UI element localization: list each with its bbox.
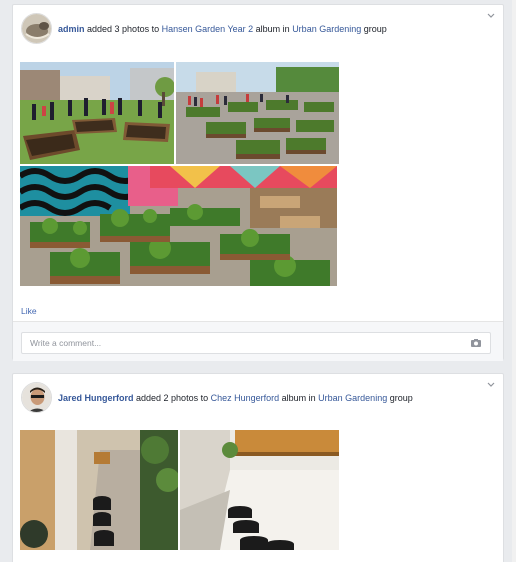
mid-text: album in xyxy=(279,392,319,403)
chevron-down-icon[interactable] xyxy=(487,382,495,388)
like-button[interactable]: Like xyxy=(21,306,37,316)
comment-area xyxy=(13,321,503,361)
album-link[interactable]: Hansen Garden Year 2 xyxy=(162,24,254,34)
album-link[interactable]: Chez Hungerford xyxy=(211,393,280,403)
feed-post: Jared Hungerford added 2 photos to Chez … xyxy=(12,373,504,562)
garden-beds-crowd-photo[interactable] xyxy=(176,62,339,164)
alley-pots-photo[interactable] xyxy=(20,430,178,550)
feed-post: admin added 3 photos to Hansen Garden Ye… xyxy=(12,4,504,361)
patio-pots-photo[interactable] xyxy=(180,430,339,550)
end-text: group xyxy=(361,23,387,34)
comment-input[interactable] xyxy=(30,338,470,348)
camera-icon[interactable] xyxy=(470,338,482,348)
mid-text: album in xyxy=(253,23,293,34)
avatar[interactable] xyxy=(21,382,52,413)
action-text: added 2 photos to xyxy=(133,392,211,403)
chevron-down-icon[interactable] xyxy=(487,13,495,19)
post-header: admin added 3 photos to Hansen Garden Ye… xyxy=(21,13,387,44)
garden-mural-beds-photo[interactable] xyxy=(20,166,337,286)
group-link[interactable]: Urban Gardening xyxy=(292,24,361,34)
action-text: added 3 photos to xyxy=(84,23,162,34)
group-link[interactable]: Urban Gardening xyxy=(318,393,387,403)
end-text: group xyxy=(387,392,413,403)
scrollbar[interactable] xyxy=(512,0,516,562)
post-header-text: Jared Hungerford added 2 photos to Chez … xyxy=(58,392,413,404)
post-header-text: admin added 3 photos to Hansen Garden Ye… xyxy=(58,23,387,35)
comment-box[interactable] xyxy=(21,332,491,354)
garden-kids-photo[interactable] xyxy=(20,62,174,164)
author-link[interactable]: Jared Hungerford xyxy=(58,393,134,403)
avatar[interactable] xyxy=(21,13,52,44)
author-link[interactable]: admin xyxy=(58,24,85,34)
post-header: Jared Hungerford added 2 photos to Chez … xyxy=(21,382,413,413)
